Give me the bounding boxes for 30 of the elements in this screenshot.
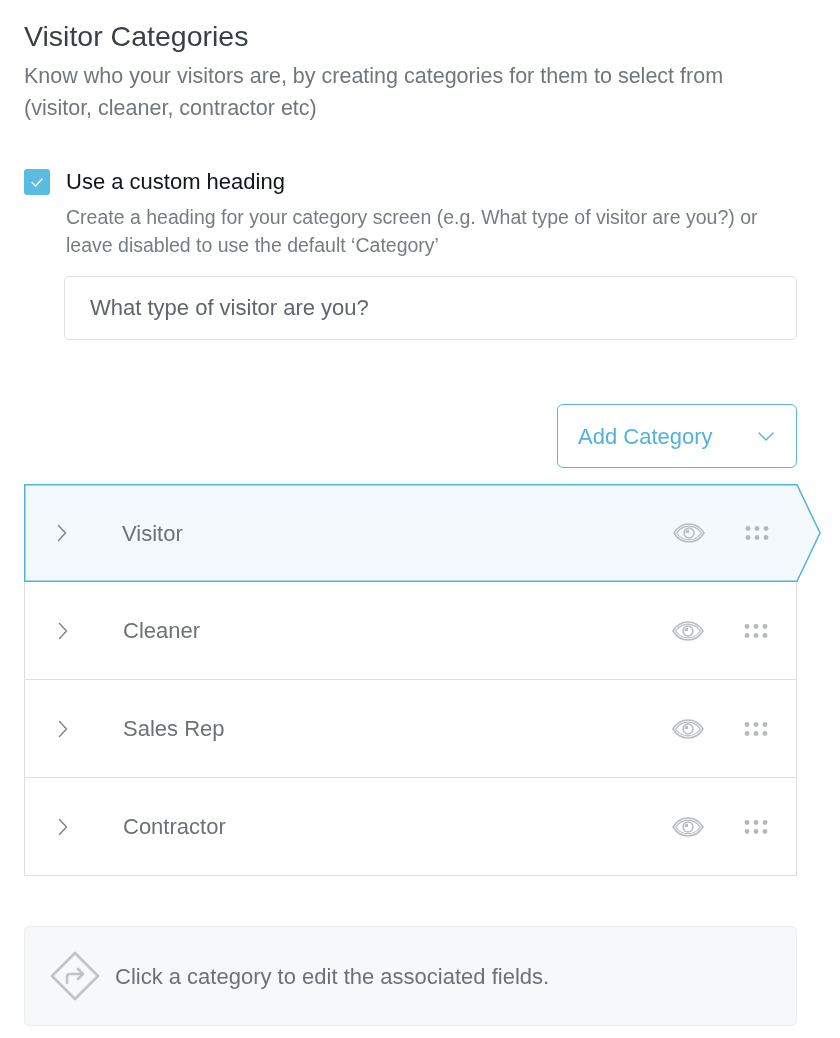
eye-icon[interactable] [672, 620, 704, 641]
checkbox[interactable] [24, 169, 50, 195]
info-text: Click a category to edit the associated fields. [115, 962, 550, 991]
category-name: Contractor [123, 813, 226, 841]
heading-input[interactable]: What type of visitor are you? [64, 276, 797, 340]
eye-icon[interactable] [672, 816, 704, 837]
drag-handle-icon[interactable] [744, 623, 768, 638]
category-name: Sales Rep [123, 715, 225, 743]
category-row[interactable]: Cleaner [24, 582, 797, 680]
page-title: Visitor Categories [24, 19, 250, 53]
chevron-right-icon [58, 621, 68, 640]
chevron-right-icon [57, 524, 67, 542]
drag-handle-icon[interactable] [745, 526, 769, 540]
eye-icon[interactable] [672, 718, 704, 739]
caret-down-icon [758, 431, 774, 441]
chevron-right-icon [58, 817, 68, 836]
help-text: Create a heading for your category screen (e.g. What type of visitor are you?) or leave disabled to use the default ‘Category’ [66, 205, 759, 258]
chevron-right-icon [58, 719, 68, 738]
drag-handle-icon[interactable] [744, 721, 768, 736]
category-name: Visitor [122, 519, 183, 548]
eye-icon[interactable] [673, 523, 705, 543]
turn-right-sign-icon [50, 951, 100, 1001]
category-row[interactable]: Visitor [24, 484, 821, 582]
category-name: Cleaner [123, 617, 201, 645]
category-row[interactable]: Sales Rep [24, 680, 797, 778]
checkbox-label: Use a custom heading [66, 168, 285, 196]
drag-handle-icon[interactable] [744, 819, 768, 834]
category-row[interactable]: Contractor [24, 778, 797, 876]
page-description: Know who your visitors are, by creating categories for them to select from (visitor, cleaner, contractor etc) [24, 63, 725, 122]
checkmark-icon [31, 177, 43, 187]
